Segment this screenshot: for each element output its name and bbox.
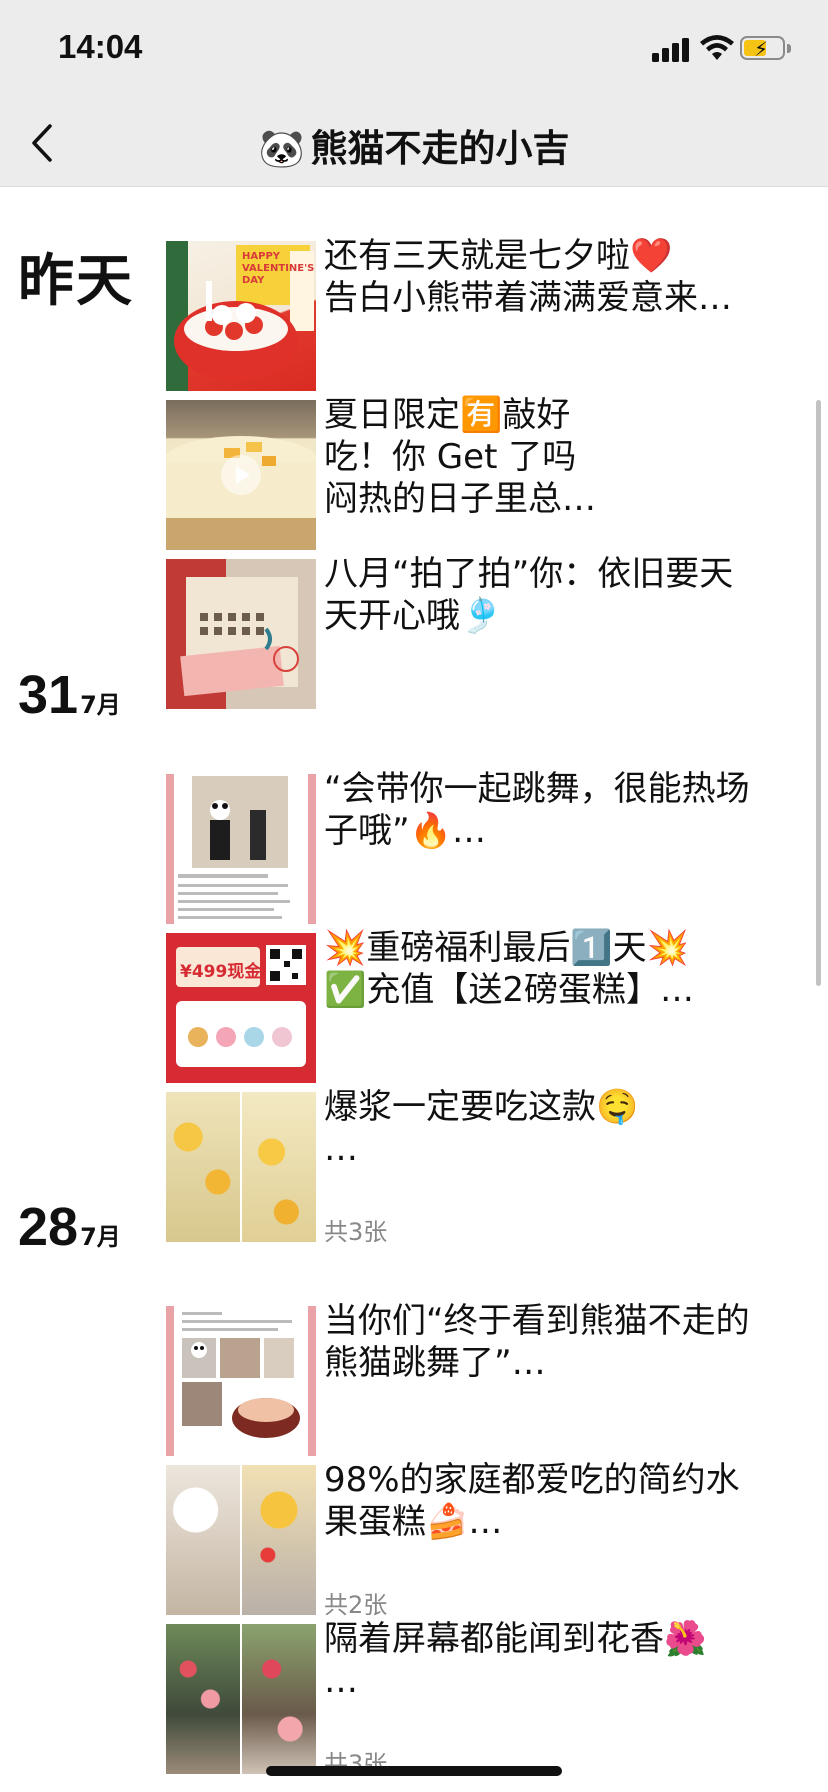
panda-emoji: 🐼 (258, 127, 305, 170)
battery-charging-icon: ⚡ (740, 36, 792, 62)
thumbnail-image-2 (242, 1092, 316, 1242)
post-caption-text: 隔着屏幕都能闻到花香🌺 … (324, 1619, 707, 1701)
status-bar: 14:04 ⚡ (0, 0, 828, 100)
post-item[interactable]: 98%的家庭都爱吃的简约水 果蛋糕🍰… 共2张 (166, 1460, 806, 1619)
post-caption: 当你们“终于看到熊猫不走的 熊猫跳舞了”… (324, 1300, 802, 1384)
photo-count: 共2张 (324, 1591, 388, 1619)
date-day: 28 (18, 1197, 79, 1257)
thumbnail-image-2 (242, 1465, 316, 1615)
date-month: 7月 (80, 691, 121, 719)
play-icon[interactable] (221, 455, 261, 495)
post-thumbnail (166, 1465, 316, 1615)
post-item[interactable]: “会带你一起跳舞，很能热场 子哦”🔥… (166, 769, 806, 924)
post-item[interactable]: 爆浆一定要吃这款🤤 … 共3张 (166, 1087, 806, 1246)
page-title: 🐼 熊猫不走的小吉 (0, 118, 828, 172)
post-caption: 八月“拍了拍”你：依旧要天 天开心哦🎐 (324, 553, 802, 637)
thumbnail-image-2 (242, 1624, 316, 1774)
post-thumbnail: ¥499现金 (166, 933, 316, 1083)
nav-bar: 🐼 熊猫不走的小吉 (0, 100, 828, 187)
post-item[interactable]: 八月“拍了拍”你：依旧要天 天开心哦🎐 (166, 554, 806, 709)
post-caption-text: 当你们“终于看到熊猫不走的 熊猫跳舞了”… (324, 1301, 750, 1383)
panda-dance-article-image (166, 774, 316, 924)
post-caption-text: 还有三天就是七夕啦❤️ 告白小熊带着满满爱意来… (324, 236, 732, 318)
signal-icon (652, 38, 692, 62)
date-label-jul-28: 287月 (18, 1196, 121, 1258)
date-label-yesterday: 昨天 (18, 249, 134, 314)
post-thumbnail (166, 559, 316, 709)
post-caption: 💥重磅福利最后1️⃣天💥 ✅充值【送2磅蛋糕】… (324, 927, 802, 1011)
post-caption-text: “会带你一起跳舞，很能热场 子哦”🔥… (324, 769, 750, 851)
status-time: 14:04 (58, 28, 143, 65)
date-label-jul-31: 317月 (18, 664, 121, 726)
post-item[interactable]: HAPPY VALENTINE'S DAY 还有三天就是七夕啦❤️ 告白小熊带着… (166, 236, 806, 391)
post-caption: 还有三天就是七夕啦❤️ 告白小熊带着满满爱意来… (324, 235, 802, 319)
post-caption: 夏日限定🈶敲好 吃！你 Get 了吗 闷热的日子里总… (324, 394, 802, 520)
post-caption-text: 💥重磅福利最后1️⃣天💥 ✅充值【送2磅蛋糕】… (324, 928, 694, 1010)
post-thumbnail (166, 774, 316, 924)
post-thumbnail (166, 1306, 316, 1456)
post-caption-text: 八月“拍了拍”你：依旧要天 天开心哦🎐 (324, 554, 734, 636)
post-item[interactable]: ¥499现金 💥重磅福利最后1️⃣天💥 ✅充值【送2磅蛋糕】… (166, 928, 806, 1083)
post-caption-text: 夏日限定🈶敲好 吃！你 Get 了吗 闷热的日子里总… (324, 395, 596, 519)
wifi-icon (700, 35, 734, 60)
date-day: 31 (18, 665, 79, 725)
recharge-promo-image (176, 945, 306, 1067)
post-feed[interactable]: 昨天 HAPPY VALENTINE'S DAY 还有三天就是七夕啦❤️ 告白小… (0, 186, 828, 1792)
post-caption: 隔着屏幕都能闻到花香🌺 … (324, 1618, 802, 1702)
page-title-text: 熊猫不走的小吉 (310, 127, 570, 170)
post-thumbnail (166, 400, 316, 550)
post-thumbnail (166, 1092, 316, 1242)
post-item[interactable]: 隔着屏幕都能闻到花香🌺 … 共3张 (166, 1619, 806, 1778)
home-indicator[interactable] (266, 1766, 562, 1776)
post-item[interactable]: 夏日限定🈶敲好 吃！你 Get 了吗 闷热的日子里总… (166, 395, 806, 550)
thumbnail-image-1 (166, 1465, 240, 1615)
thumbnail-image-1 (166, 1092, 240, 1242)
calendar-photo-image (166, 559, 299, 709)
promo-price-text: ¥499现金 (180, 962, 262, 982)
post-caption-text: 98%的家庭都爱吃的简约水 果蛋糕🍰… (324, 1460, 740, 1542)
post-thumbnail: HAPPY VALENTINE'S DAY (166, 241, 316, 391)
post-caption: 爆浆一定要吃这款🤤 … (324, 1086, 802, 1170)
date-month: 7月 (80, 1223, 121, 1251)
panda-dance-article-image (166, 1306, 316, 1456)
photo-count: 共3张 (324, 1218, 388, 1246)
post-caption-text: 爆浆一定要吃这款🤤 … (324, 1087, 639, 1169)
post-thumbnail (166, 1624, 316, 1774)
scrollbar[interactable] (816, 400, 821, 986)
post-item[interactable]: 当你们“终于看到熊猫不走的 熊猫跳舞了”… (166, 1301, 806, 1456)
thumbnail-caption: HAPPY VALENTINE'S DAY (242, 251, 315, 286)
post-caption: “会带你一起跳舞，很能热场 子哦”🔥… (324, 768, 802, 852)
thumbnail-image-1 (166, 1624, 240, 1774)
post-caption: 98%的家庭都爱吃的简约水 果蛋糕🍰… (324, 1459, 802, 1543)
